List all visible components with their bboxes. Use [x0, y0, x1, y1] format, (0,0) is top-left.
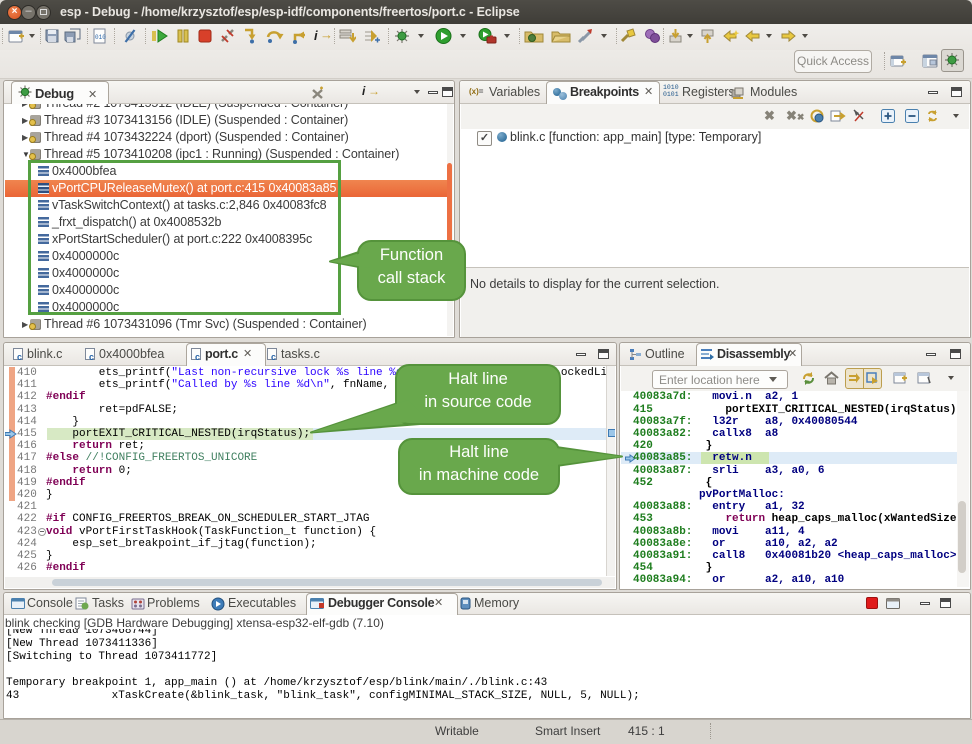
svg-text:010: 010: [95, 34, 106, 41]
